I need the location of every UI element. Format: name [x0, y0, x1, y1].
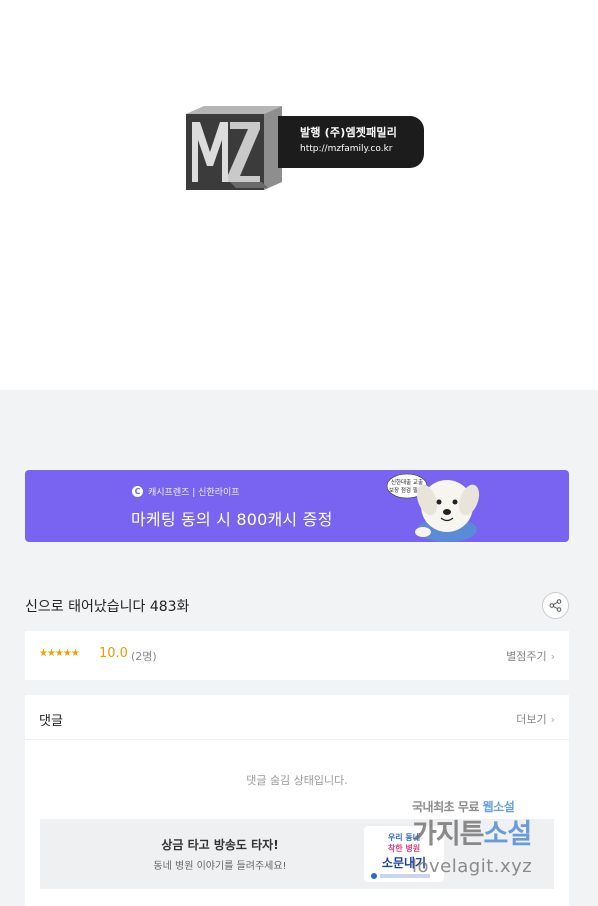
ad-headline: 마케팅 동의 시 800캐시 증정 [131, 510, 333, 529]
cash-friends-logo-icon: C [132, 486, 143, 497]
watermark: 국내최초 무료 웹소설 가지튼소설 lovelagit.xyz [412, 798, 592, 888]
ad-banner[interactable]: C 캐시프렌즈 | 신한라이프 마케팅 동의 시 800캐시 증정 신한대출 교… [25, 470, 569, 542]
mz-logo-mark [186, 106, 282, 190]
share-button[interactable] [542, 592, 569, 619]
rating-stars-icon: ★★★★★ [39, 648, 80, 659]
chevron-right-icon: › [550, 712, 555, 726]
ad-brand-row: C 캐시프렌즈 | 신한라이프 [132, 485, 240, 498]
rating-score: 10.0 [99, 646, 128, 661]
ad-brand-text: 캐시프렌즈 | 신한라이프 [148, 488, 240, 498]
rating-count: (2명) [131, 650, 157, 663]
comments-title: 댓글 [39, 714, 63, 729]
publisher-url[interactable]: http://mzfamily.co.kr [300, 143, 424, 156]
divider [25, 739, 569, 740]
rating-card: ★★★★★ 10.0 (2명) 별점주기 › [25, 631, 569, 680]
rate-button[interactable]: 별점주기 › [506, 648, 555, 664]
chevron-right-icon: › [550, 649, 555, 663]
dog-mascot-icon: 신한대출 교출 보장 점검 필수! [386, 473, 480, 542]
publisher-info-pill: 발행 (주)엠젯패밀리 http://mzfamily.co.kr [278, 116, 424, 168]
publisher-logo: 발행 (주)엠젯패밀리 http://mzfamily.co.kr [182, 100, 424, 196]
comments-hidden-message: 댓글 숨김 상태입니다. [246, 774, 348, 787]
comments-more-button[interactable]: 더보기 › [516, 711, 555, 727]
mascot-bubble-line1: 신한대출 교출 [391, 478, 423, 486]
promo-subtitle: 동네 병원 이야기를 들려주세요! [153, 861, 287, 872]
top-area: 발행 (주)엠젯패밀리 http://mzfamily.co.kr [0, 0, 598, 390]
watermark-url: lovelagit.xyz [412, 856, 533, 877]
rate-label: 별점주기 [506, 650, 547, 663]
share-icon [549, 599, 562, 612]
promo-title: 상금 타고 방송도 타자! [161, 838, 279, 852]
episode-title: 신으로 태어났습니다 483화 [25, 599, 190, 615]
publisher-name: 발행 (주)엠젯패밀리 [300, 126, 398, 139]
more-label: 더보기 [516, 713, 547, 726]
watermark-line2: 가지튼소설 [412, 819, 532, 850]
